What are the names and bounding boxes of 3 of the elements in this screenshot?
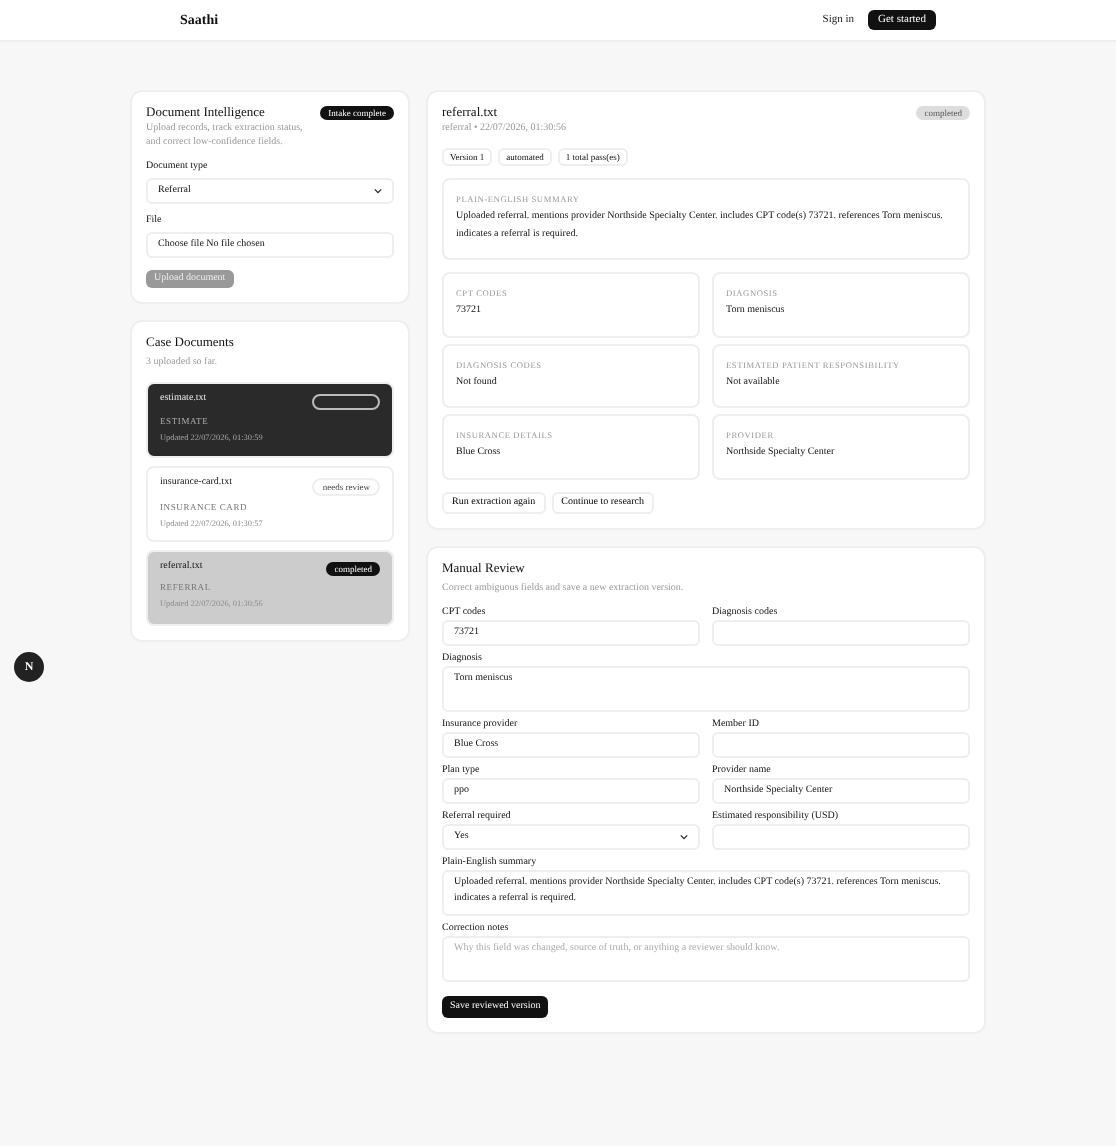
chevron-down-icon <box>680 833 688 839</box>
status-badge <box>312 394 380 410</box>
chevron-down-icon <box>374 188 382 194</box>
